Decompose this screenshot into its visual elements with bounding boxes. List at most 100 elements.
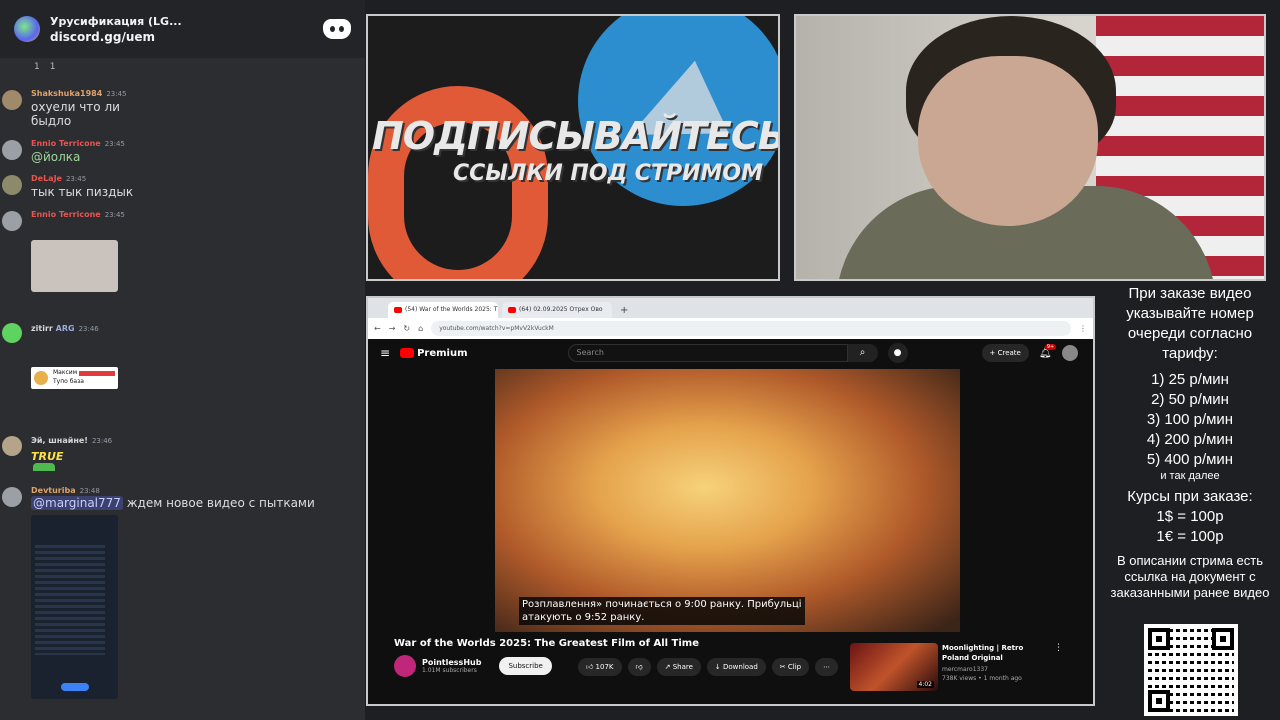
download-label: Download: [723, 663, 758, 671]
notification-badge: 9+: [1044, 343, 1057, 350]
username[interactable]: Ennio Terricone 23:45: [31, 210, 125, 219]
username-text: DeLaJe: [31, 174, 62, 183]
dislike-button[interactable]: 👎︎: [627, 658, 651, 676]
stream-layout: Урусификация (LG... discord.gg/uem 1 1 S…: [0, 0, 1280, 720]
username[interactable]: Эй, шнайне! 23:46: [31, 436, 112, 445]
avatar[interactable]: [2, 323, 22, 343]
rates-title: Курсы при заказе:: [1127, 488, 1253, 505]
order-info-panel: При заказе видео указывайте номер очеред…: [1100, 284, 1280, 720]
microphone-icon[interactable]: ●: [887, 343, 908, 363]
card-text: Тупо база: [53, 378, 84, 385]
card-avatar: [34, 371, 48, 385]
discord-logo-icon: [323, 19, 351, 39]
username[interactable]: Devturiba 23:48: [31, 486, 100, 495]
recommended-thumbnail[interactable]: 4:02: [850, 643, 938, 691]
new-tab-button[interactable]: +: [616, 305, 632, 318]
timestamp: 23:48: [79, 487, 100, 495]
home-icon[interactable]: ⌂: [418, 324, 423, 333]
timestamp: 23:46: [78, 325, 99, 333]
avatar[interactable]: [2, 211, 22, 231]
channel-avatar[interactable]: [394, 655, 416, 677]
avatar[interactable]: [2, 487, 22, 507]
server-avatar[interactable]: [14, 16, 40, 42]
qr-finder: [1148, 690, 1170, 712]
sticker-true: TRUE: [31, 450, 64, 463]
tariff-item: 1) 25 р/мин: [1151, 371, 1229, 388]
reaction-count[interactable]: 1: [50, 62, 56, 72]
pepe-sticker-icon: [33, 463, 55, 471]
qr-code: [1144, 624, 1238, 716]
username[interactable]: Ennio Terricone 23:45: [31, 139, 125, 148]
reaction-row: 1 1: [0, 58, 365, 76]
timestamp: 23:45: [106, 90, 127, 98]
mention[interactable]: @marginal777: [31, 496, 123, 510]
youtube-header: ≡ Premium Search ⌕ ● + Create 🔔︎ 9+: [368, 339, 1093, 367]
subscribe-button[interactable]: Subscribe: [499, 657, 552, 675]
download-button[interactable]: ↓ Download: [706, 658, 766, 676]
discord-header: Урусификация (LG... discord.gg/uem: [0, 0, 365, 58]
url-field[interactable]: youtube.com/watch?v=pMvV2kVuckM: [431, 321, 1071, 336]
server-invite-link[interactable]: discord.gg/uem: [50, 29, 182, 45]
create-button[interactable]: + Create: [981, 344, 1029, 362]
channel-info: PointlessHub 1.01M subscribers: [422, 658, 481, 674]
qr-finder: [1212, 628, 1234, 650]
username[interactable]: zitirr ARG 23:46: [31, 324, 99, 333]
mention[interactable]: @йолка: [31, 150, 80, 164]
tab-label: (64) 02.09.2025 Отрех Ово: [519, 306, 603, 313]
attached-image[interactable]: [31, 240, 118, 292]
recommended-channel[interactable]: mercmaro1337: [942, 665, 988, 674]
tariff-etc: и так далее: [1160, 470, 1220, 482]
share-button[interactable]: ↗ Share: [656, 658, 701, 676]
username-text: Эй, шнайне!: [31, 436, 88, 445]
qr-finder: [1148, 628, 1170, 650]
recommended-video[interactable]: 4:02 Moonlighting | Retro Poland Origina…: [850, 643, 1080, 693]
more-options-icon[interactable]: ⋮: [1054, 643, 1063, 653]
youtube-premium-logo[interactable]: Premium: [400, 348, 468, 359]
reaction-count[interactable]: 1: [34, 62, 40, 72]
channel-name[interactable]: PointlessHub: [422, 658, 481, 667]
like-button[interactable]: 👍︎ 107K: [578, 658, 622, 676]
redaction-bar: [79, 371, 115, 376]
create-label: Create: [997, 349, 1021, 357]
hamburger-menu-icon[interactable]: ≡: [380, 346, 390, 360]
avatar[interactable]: [2, 436, 22, 456]
more-actions-icon[interactable]: ⋯: [815, 658, 839, 676]
tab-label: (54) War of the Worlds 2025: T: [405, 306, 498, 313]
attached-phone-screenshot[interactable]: [31, 515, 118, 699]
timestamp: 23:45: [104, 140, 125, 148]
avatar[interactable]: [2, 175, 22, 195]
username[interactable]: Shakshuka1984 23:45: [31, 89, 127, 98]
recommended-title[interactable]: Moonlighting | Retro Poland Original: [942, 643, 1052, 663]
clip-button[interactable]: ✂ Clip: [771, 658, 810, 676]
avatar[interactable]: [2, 140, 22, 160]
screenshot-button: [61, 683, 89, 691]
quote-card[interactable]: Максим Тупо база: [31, 367, 118, 389]
channel-row: PointlessHub 1.01M subscribers Subscribe: [394, 655, 552, 677]
card-name: Максим: [53, 369, 78, 376]
message-text: охуели что ли быдло: [31, 100, 120, 128]
username[interactable]: DeLaJe 23:45: [31, 174, 86, 183]
search-icon[interactable]: ⌕: [847, 344, 878, 362]
message-text: тык тык пиздык: [31, 185, 134, 199]
description-note: В описании стрима есть ссылка на докумен…: [1110, 553, 1270, 600]
tab-youtube-war-of-worlds[interactable]: (54) War of the Worlds 2025: T: [388, 302, 498, 318]
forward-icon[interactable]: →: [389, 324, 396, 333]
tab-youtube-second[interactable]: (64) 02.09.2025 Отрех Ово: [502, 302, 612, 318]
back-icon[interactable]: ←: [374, 324, 381, 333]
extensions-icon[interactable]: ⋮: [1079, 324, 1087, 333]
notifications-bell-icon[interactable]: 🔔︎ 9+: [1039, 343, 1057, 359]
webcam-feed: [794, 14, 1266, 281]
like-count: 107K: [595, 663, 614, 671]
search-input[interactable]: Search: [567, 344, 848, 362]
video-player[interactable]: Розплавлення» починається о 9:00 ранку. …: [495, 369, 960, 632]
streamer-face: [918, 56, 1098, 226]
user-badge: ARG: [55, 324, 75, 333]
avatar[interactable]: [2, 90, 22, 110]
reload-icon[interactable]: ↻: [403, 324, 410, 333]
tariff-item: 2) 50 р/мин: [1151, 391, 1229, 408]
video-title: War of the Worlds 2025: The Greatest Fil…: [394, 638, 699, 649]
order-intro: При заказе видео указывайте номер очеред…: [1126, 285, 1254, 362]
rate-usd: 1$ = 100р: [1156, 508, 1224, 525]
account-avatar[interactable]: [1061, 345, 1078, 361]
username-text: zitirr: [31, 324, 53, 333]
